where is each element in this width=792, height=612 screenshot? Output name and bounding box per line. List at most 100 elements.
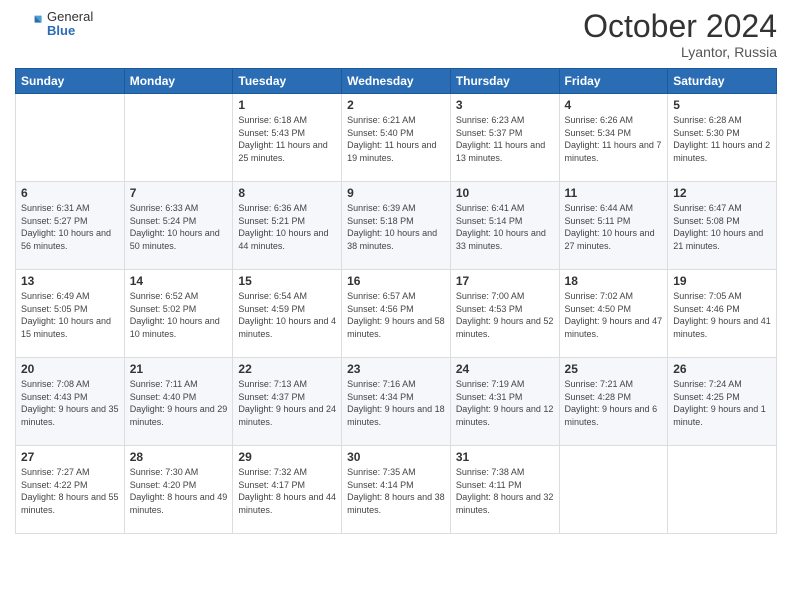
day-number: 29 [238, 450, 336, 464]
weekday-header-cell: Tuesday [233, 69, 342, 94]
day-number: 14 [130, 274, 228, 288]
day-info: Sunrise: 6:44 AMSunset: 5:11 PMDaylight:… [565, 202, 663, 252]
day-number: 28 [130, 450, 228, 464]
day-info: Sunrise: 6:31 AMSunset: 5:27 PMDaylight:… [21, 202, 119, 252]
day-number: 19 [673, 274, 771, 288]
calendar-table: SundayMondayTuesdayWednesdayThursdayFrid… [15, 68, 777, 534]
day-info: Sunrise: 6:26 AMSunset: 5:34 PMDaylight:… [565, 114, 663, 164]
day-number: 15 [238, 274, 336, 288]
location: Lyantor, Russia [583, 44, 777, 60]
calendar-week-row: 1 Sunrise: 6:18 AMSunset: 5:43 PMDaylight… [16, 94, 777, 182]
day-number: 31 [456, 450, 554, 464]
calendar-day-cell: 19 Sunrise: 7:05 AMSunset: 4:46 PMDayligh… [668, 270, 777, 358]
calendar-day-cell: 23 Sunrise: 7:16 AMSunset: 4:34 PMDayligh… [342, 358, 451, 446]
calendar-day-cell: 7 Sunrise: 6:33 AMSunset: 5:24 PMDaylight… [124, 182, 233, 270]
logo: General Blue [15, 10, 93, 39]
calendar-day-cell: 11 Sunrise: 6:44 AMSunset: 5:11 PMDayligh… [559, 182, 668, 270]
calendar-day-cell: 3 Sunrise: 6:23 AMSunset: 5:37 PMDaylight… [450, 94, 559, 182]
weekday-header-cell: Sunday [16, 69, 125, 94]
weekday-header-cell: Wednesday [342, 69, 451, 94]
calendar-day-cell: 12Sunrise: 6:47 AMSunset: 5:08 PMDayligh… [668, 182, 777, 270]
day-number: 1 [238, 98, 336, 112]
calendar-day-cell: 13 Sunrise: 6:49 AMSunset: 5:05 PMDayligh… [16, 270, 125, 358]
calendar-day-cell: 4 Sunrise: 6:26 AMSunset: 5:34 PMDaylight… [559, 94, 668, 182]
calendar-day-cell: 5 Sunrise: 6:28 AMSunset: 5:30 PMDaylight… [668, 94, 777, 182]
calendar-week-row: 13 Sunrise: 6:49 AMSunset: 5:05 PMDayligh… [16, 270, 777, 358]
day-number: 4 [565, 98, 663, 112]
day-number: 18 [565, 274, 663, 288]
day-info: Sunrise: 7:02 AMSunset: 4:50 PMDaylight:… [565, 290, 663, 340]
day-number: 5 [673, 98, 771, 112]
calendar-day-cell: 17 Sunrise: 7:00 AMSunset: 4:53 PMDayligh… [450, 270, 559, 358]
day-info: Sunrise: 6:54 AMSunset: 4:59 PMDaylight:… [238, 290, 336, 340]
day-info: Sunrise: 6:39 AMSunset: 5:18 PMDaylight:… [347, 202, 445, 252]
weekday-header-cell: Thursday [450, 69, 559, 94]
day-info: Sunrise: 6:57 AMSunset: 4:56 PMDaylight:… [347, 290, 445, 340]
day-info: Sunrise: 7:21 AMSunset: 4:28 PMDaylight:… [565, 378, 663, 428]
calendar-day-cell: 25 Sunrise: 7:21 AMSunset: 4:28 PMDayligh… [559, 358, 668, 446]
weekday-header-cell: Saturday [668, 69, 777, 94]
day-number: 27 [21, 450, 119, 464]
calendar-day-cell: 14 Sunrise: 6:52 AMSunset: 5:02 PMDayligh… [124, 270, 233, 358]
day-number: 24 [456, 362, 554, 376]
day-number: 17 [456, 274, 554, 288]
logo-general-text: General [47, 10, 93, 24]
day-number: 6 [21, 186, 119, 200]
header: General Blue October 2024 Lyantor, Russi… [15, 10, 777, 60]
day-info: Sunrise: 6:21 AMSunset: 5:40 PMDaylight:… [347, 114, 445, 164]
day-info: Sunrise: 7:38 AMSunset: 4:11 PMDaylight:… [456, 466, 554, 516]
weekday-header-cell: Monday [124, 69, 233, 94]
calendar-week-row: 6 Sunrise: 6:31 AMSunset: 5:27 PMDaylight… [16, 182, 777, 270]
day-info: Sunrise: 7:00 AMSunset: 4:53 PMDaylight:… [456, 290, 554, 340]
day-info: Sunrise: 7:35 AMSunset: 4:14 PMDaylight:… [347, 466, 445, 516]
day-number: 11 [565, 186, 663, 200]
calendar-day-cell: 6 Sunrise: 6:31 AMSunset: 5:27 PMDaylight… [16, 182, 125, 270]
calendar-day-cell: 10Sunrise: 6:41 AMSunset: 5:14 PMDayligh… [450, 182, 559, 270]
calendar-day-cell: 22 Sunrise: 7:13 AMSunset: 4:37 PMDayligh… [233, 358, 342, 446]
day-info: Sunrise: 6:23 AMSunset: 5:37 PMDaylight:… [456, 114, 554, 164]
day-number: 23 [347, 362, 445, 376]
day-number: 7 [130, 186, 228, 200]
day-info: Sunrise: 7:24 AMSunset: 4:25 PMDaylight:… [673, 378, 771, 428]
calendar-day-cell: 20Sunrise: 7:08 AMSunset: 4:43 PMDayligh… [16, 358, 125, 446]
day-info: Sunrise: 7:27 AMSunset: 4:22 PMDaylight:… [21, 466, 119, 516]
calendar-day-cell: 30Sunrise: 7:35 AMSunset: 4:14 PMDayligh… [342, 446, 451, 534]
logo-icon [15, 10, 43, 38]
page: General Blue October 2024 Lyantor, Russi… [0, 0, 792, 612]
day-number: 8 [238, 186, 336, 200]
day-number: 3 [456, 98, 554, 112]
logo-text: General Blue [47, 10, 93, 39]
day-info: Sunrise: 6:49 AMSunset: 5:05 PMDaylight:… [21, 290, 119, 340]
day-number: 13 [21, 274, 119, 288]
calendar-week-row: 20Sunrise: 7:08 AMSunset: 4:43 PMDayligh… [16, 358, 777, 446]
calendar-day-cell: 26Sunrise: 7:24 AMSunset: 4:25 PMDayligh… [668, 358, 777, 446]
day-info: Sunrise: 6:33 AMSunset: 5:24 PMDaylight:… [130, 202, 228, 252]
day-info: Sunrise: 7:05 AMSunset: 4:46 PMDaylight:… [673, 290, 771, 340]
calendar-day-cell [668, 446, 777, 534]
day-info: Sunrise: 7:13 AMSunset: 4:37 PMDaylight:… [238, 378, 336, 428]
calendar-day-cell: 21Sunrise: 7:11 AMSunset: 4:40 PMDayligh… [124, 358, 233, 446]
day-info: Sunrise: 7:16 AMSunset: 4:34 PMDaylight:… [347, 378, 445, 428]
day-number: 16 [347, 274, 445, 288]
day-info: Sunrise: 7:30 AMSunset: 4:20 PMDaylight:… [130, 466, 228, 516]
calendar-day-cell: 16 Sunrise: 6:57 AMSunset: 4:56 PMDayligh… [342, 270, 451, 358]
calendar-day-cell: 1 Sunrise: 6:18 AMSunset: 5:43 PMDaylight… [233, 94, 342, 182]
day-info: Sunrise: 6:28 AMSunset: 5:30 PMDaylight:… [673, 114, 771, 164]
day-info: Sunrise: 6:52 AMSunset: 5:02 PMDaylight:… [130, 290, 228, 340]
calendar-day-cell [559, 446, 668, 534]
calendar-day-cell: 8Sunrise: 6:36 AMSunset: 5:21 PMDaylight… [233, 182, 342, 270]
day-info: Sunrise: 6:18 AMSunset: 5:43 PMDaylight:… [238, 114, 336, 164]
calendar-day-cell: 27 Sunrise: 7:27 AMSunset: 4:22 PMDayligh… [16, 446, 125, 534]
day-number: 25 [565, 362, 663, 376]
day-number: 2 [347, 98, 445, 112]
day-number: 21 [130, 362, 228, 376]
day-number: 22 [238, 362, 336, 376]
title-area: October 2024 Lyantor, Russia [583, 10, 777, 60]
calendar-day-cell: 18 Sunrise: 7:02 AMSunset: 4:50 PMDayligh… [559, 270, 668, 358]
day-number: 10 [456, 186, 554, 200]
day-info: Sunrise: 7:08 AMSunset: 4:43 PMDaylight:… [21, 378, 119, 428]
calendar-day-cell: 2 Sunrise: 6:21 AMSunset: 5:40 PMDaylight… [342, 94, 451, 182]
calendar-day-cell: 29Sunrise: 7:32 AMSunset: 4:17 PMDayligh… [233, 446, 342, 534]
day-number: 12 [673, 186, 771, 200]
calendar-body: 1 Sunrise: 6:18 AMSunset: 5:43 PMDaylight… [16, 94, 777, 534]
